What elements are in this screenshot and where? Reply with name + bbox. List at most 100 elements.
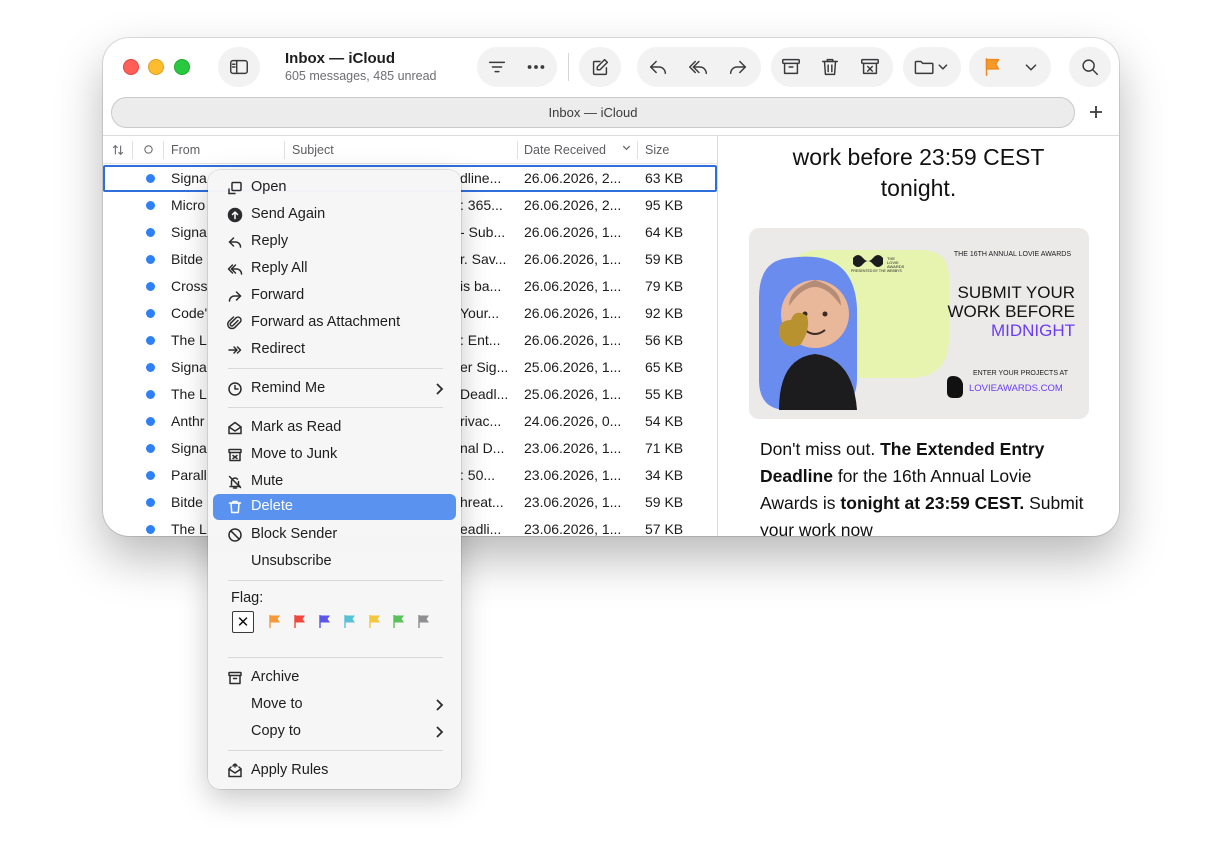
date-column[interactable]: Date Received (524, 143, 606, 157)
menu-item-copy-to[interactable]: Copy to (213, 719, 456, 745)
row-date: 23.06.2026, 1... (524, 440, 622, 456)
row-from: Anthr (171, 413, 205, 429)
row-size: 64 KB (645, 224, 684, 240)
menu-item-remind-me[interactable]: Remind Me (213, 376, 456, 402)
enter-text: ENTER YOUR PROJECTS AT (973, 370, 1069, 377)
menu-item-move-to[interactable]: Move to (213, 692, 456, 718)
new-tab-button[interactable] (1081, 97, 1111, 127)
row-date: 23.06.2026, 1... (524, 494, 622, 510)
promo-banner[interactable]: THE LOVIE AWARDS PRESENTED BY THE WEBBYS… (749, 228, 1089, 419)
menu-item-block-sender[interactable]: Block Sender (213, 522, 456, 548)
row-from: Signa (171, 359, 207, 375)
menu-item-archive[interactable]: Archive (213, 665, 456, 691)
preview-body: Don't miss out. The Extended Entry Deadl… (760, 436, 1090, 536)
logo-sub: PRESENTED BY THE WEBBYS (851, 269, 902, 273)
sidebar-toggle-button[interactable] (218, 47, 260, 87)
banner-art: THE LOVIE AWARDS PRESENTED BY THE WEBBYS… (759, 250, 1075, 410)
zoom-window-button[interactable] (174, 59, 190, 75)
paperclip-icon (227, 315, 243, 331)
unread-dot (146, 201, 155, 210)
reply-all-icon (689, 60, 707, 75)
chevron-right-icon (434, 382, 444, 396)
bell-slash-icon (227, 474, 243, 490)
tab-inbox[interactable]: Inbox — iCloud (111, 97, 1075, 128)
from-column[interactable]: From (171, 143, 200, 157)
more-button[interactable] (524, 55, 548, 79)
menu-item-delete[interactable]: Delete (213, 494, 456, 520)
row-date: 26.06.2026, 1... (524, 251, 622, 267)
menu-item-move-junk[interactable]: Move to Junk (213, 442, 456, 468)
reply-all-icon (227, 261, 243, 277)
row-size: 65 KB (645, 359, 684, 375)
archive-icon (782, 58, 800, 75)
unread-dot (146, 390, 155, 399)
row-size: 59 KB (645, 251, 684, 267)
flag-red-icon[interactable] (293, 614, 307, 629)
row-from: The L (171, 521, 207, 536)
move-to-button[interactable] (911, 55, 951, 79)
compose-icon (592, 58, 609, 76)
menu-item-send-again[interactable]: Send Again (213, 202, 456, 228)
clear-flag-button[interactable]: ✕ (232, 611, 254, 633)
flag-purple-icon[interactable] (318, 614, 332, 629)
subject-column[interactable]: Subject (292, 143, 334, 157)
size-column[interactable]: Size (645, 143, 669, 157)
flag-teal-icon[interactable] (343, 614, 357, 629)
menu-label: Open (251, 179, 287, 195)
unread-column-icon[interactable] (143, 144, 154, 158)
cta-line1: SUBMIT YOUR (958, 283, 1075, 302)
preview-heading-line2: tonight. (880, 175, 957, 201)
body-bold-2: tonight at 23:59 CEST. (840, 493, 1025, 513)
flag-green-icon[interactable] (392, 614, 406, 629)
tab-bar: Inbox — iCloud (103, 96, 1119, 136)
row-subject: r. Sav... (460, 251, 507, 267)
reply-icon (227, 234, 243, 250)
preview-heading: work before 23:59 CEST tonight. (718, 142, 1119, 204)
trash-button[interactable] (818, 55, 842, 79)
menu-item-unsubscribe[interactable]: Unsubscribe (213, 549, 456, 575)
junk-button[interactable] (858, 55, 882, 79)
reply-button[interactable] (646, 55, 670, 79)
menu-item-apply-rules[interactable]: Apply Rules (213, 758, 456, 784)
open-icon (227, 180, 243, 196)
chevron-down-icon (1025, 64, 1037, 71)
menu-item-mute[interactable]: Mute (213, 469, 456, 495)
flag-yellow-icon[interactable] (368, 614, 382, 629)
menu-item-open[interactable]: Open (213, 175, 456, 201)
row-from: Signa (171, 224, 207, 240)
flag-gray-icon[interactable] (417, 614, 431, 629)
close-icon: ✕ (236, 614, 250, 631)
row-date: 25.06.2026, 1... (524, 359, 622, 375)
flag-menu-button[interactable] (1019, 55, 1043, 79)
archive-button[interactable] (779, 55, 803, 79)
row-date: 26.06.2026, 1... (524, 332, 622, 348)
chevron-right-icon (434, 725, 444, 739)
menu-item-redirect[interactable]: Redirect (213, 337, 456, 363)
menu-item-reply-all[interactable]: Reply All (213, 256, 456, 282)
row-subject: : Ent... (460, 332, 501, 348)
forward-button[interactable] (726, 55, 750, 79)
block-icon (227, 527, 243, 543)
menu-item-forward-attachment[interactable]: Forward as Attachment (213, 310, 456, 336)
menu-item-forward[interactable]: Forward (213, 283, 456, 309)
flag-button[interactable] (980, 55, 1004, 79)
menu-separator (228, 407, 443, 408)
reply-all-button[interactable] (686, 55, 710, 79)
menu-label: Send Again (251, 206, 326, 222)
minimize-window-button[interactable] (148, 59, 164, 75)
close-window-button[interactable] (123, 59, 139, 75)
unread-dot (146, 498, 155, 507)
row-date: 26.06.2026, 2... (524, 170, 622, 186)
flag-orange-icon[interactable] (268, 614, 282, 629)
sort-icon[interactable] (111, 143, 125, 160)
unread-dot (146, 471, 155, 480)
clock-icon (227, 381, 243, 397)
menu-item-reply[interactable]: Reply (213, 229, 456, 255)
compose-button[interactable] (579, 47, 621, 87)
search-button[interactable] (1069, 47, 1111, 87)
menu-label: Copy to (251, 723, 301, 739)
filter-button[interactable] (485, 55, 509, 79)
row-from: Cross (171, 278, 208, 294)
menu-item-mark-read[interactable]: Mark as Read (213, 415, 456, 441)
menu-separator (228, 580, 443, 581)
